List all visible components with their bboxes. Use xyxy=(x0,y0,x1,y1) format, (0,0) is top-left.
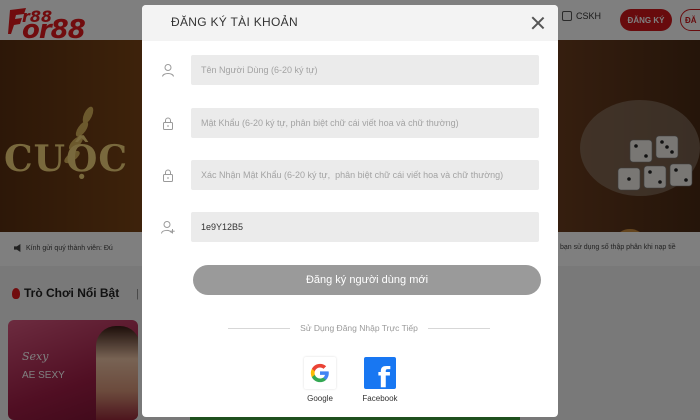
divider-line-left xyxy=(228,327,291,329)
direct-login-divider: Sử Dụng Đăng Nhập Trực Tiếp xyxy=(228,322,491,334)
lock-icon xyxy=(163,117,173,130)
register-modal: ĐĂNG KÝ TÀI KHOẢN Tên Người Dùng (6-20 k… xyxy=(142,5,558,417)
close-icon[interactable] xyxy=(530,15,546,31)
direct-login-label: Sử Dụng Đăng Nhập Trực Tiếp xyxy=(300,323,418,333)
username-row xyxy=(142,55,558,85)
facebook-login-button[interactable]: f Facebook xyxy=(355,357,405,409)
referral-code-row xyxy=(142,212,558,242)
modal-title: ĐĂNG KÝ TÀI KHOẢN xyxy=(171,15,298,29)
modal-header: ĐĂNG KÝ TÀI KHOẢN xyxy=(142,5,558,41)
user-icon xyxy=(162,64,174,77)
user-plus-icon xyxy=(161,221,175,234)
facebook-glyph: f xyxy=(377,361,391,390)
referral-code-input[interactable] xyxy=(191,212,539,242)
username-input[interactable] xyxy=(191,55,539,85)
password-input[interactable] xyxy=(191,108,539,138)
divider-line-right xyxy=(427,327,491,329)
register-submit-button[interactable]: Đăng ký người dùng mới xyxy=(193,265,541,295)
facebook-label: Facebook xyxy=(362,394,398,403)
confirm-password-input[interactable] xyxy=(191,160,539,190)
confirm-password-row xyxy=(142,160,558,190)
google-icon xyxy=(304,357,336,389)
password-row xyxy=(142,108,558,138)
google-login-button[interactable]: Google xyxy=(295,357,345,409)
google-label: Google xyxy=(307,394,333,403)
lock-icon xyxy=(163,169,173,182)
facebook-icon: f xyxy=(364,357,396,389)
